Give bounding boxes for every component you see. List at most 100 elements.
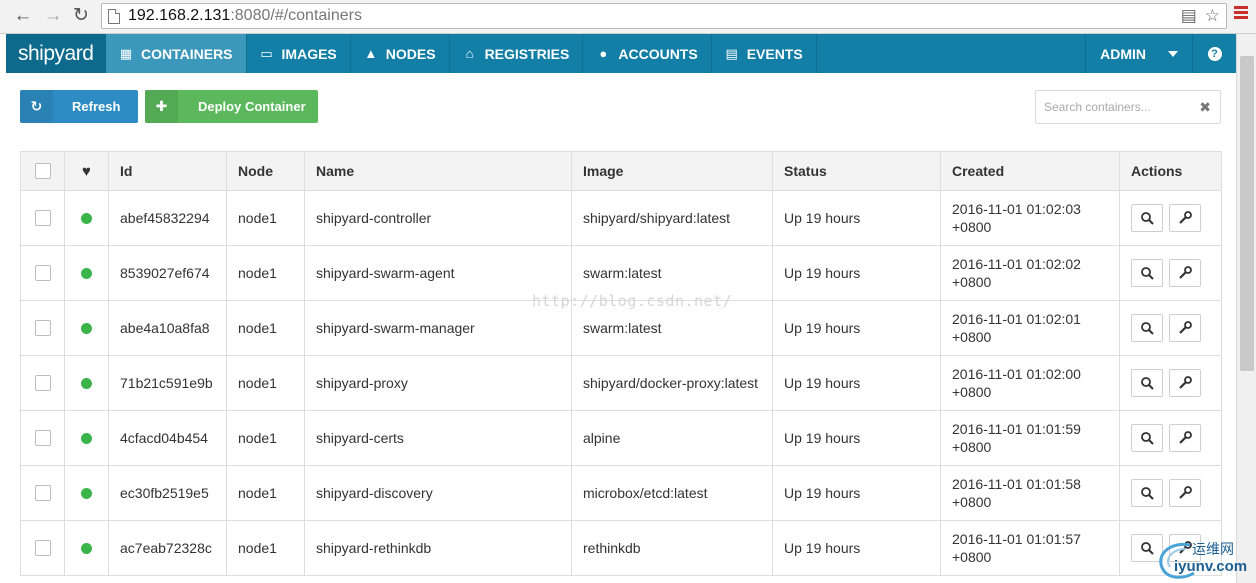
container-id[interactable]: 8539027ef674 (108, 245, 227, 301)
container-id[interactable]: 4cfacd04b454 (108, 410, 227, 466)
created-date: 2016-11-01 01:02:02 (952, 256, 1081, 272)
container-node: node1 (226, 190, 305, 246)
row-checkbox[interactable] (34, 320, 51, 336)
settings-button[interactable] (1169, 534, 1201, 562)
row-health-cell (64, 465, 109, 521)
nav-item-images[interactable]: ▭ IMAGES (247, 34, 351, 73)
search-icon (1141, 377, 1154, 390)
created-timezone: +0800 (952, 219, 992, 235)
nav-item-registries[interactable]: ⌂ REGISTRIES (450, 34, 584, 73)
table-row[interactable]: 4cfacd04b454 node1 shipyard-certs alpine… (20, 410, 1222, 466)
container-status: Up 19 hours (772, 355, 941, 411)
plus-icon: ✚ (145, 90, 178, 123)
container-id[interactable]: 71b21c591e9b (108, 355, 227, 411)
wrench-icon (1179, 431, 1192, 444)
table-row[interactable]: abef45832294 node1 shipyard-controller s… (20, 190, 1222, 246)
inspect-button[interactable] (1131, 314, 1163, 342)
table-row[interactable]: ec30fb2519e5 node1 shipyard-discovery mi… (20, 465, 1222, 521)
row-actions-cell (1119, 465, 1222, 521)
table-row[interactable]: 8539027ef674 node1 shipyard-swarm-agent … (20, 245, 1222, 301)
settings-button[interactable] (1169, 369, 1201, 397)
search-input[interactable] (1044, 97, 1194, 117)
created-timezone: +0800 (952, 384, 992, 400)
reload-icon[interactable]: ↻ (70, 5, 92, 27)
settings-button[interactable] (1169, 479, 1201, 507)
column-header-image[interactable]: Image (571, 151, 773, 191)
container-node: node1 (226, 520, 305, 576)
container-status: Up 19 hours (772, 300, 941, 356)
user-menu-dropdown[interactable]: ADMIN (1085, 34, 1192, 73)
row-checkbox[interactable] (34, 485, 51, 501)
nav-item-events[interactable]: ▤ EVENTS (712, 34, 817, 73)
brand-logo[interactable]: shipyard (6, 34, 106, 73)
deploy-container-button[interactable]: ✚ Deploy Container (145, 90, 318, 123)
inspect-button[interactable] (1131, 204, 1163, 232)
forward-arrow-icon[interactable]: → (42, 5, 64, 27)
bookmark-star-icon[interactable]: ☆ (1205, 6, 1220, 25)
column-header-name[interactable]: Name (304, 151, 572, 191)
row-checkbox[interactable] (34, 265, 51, 281)
url-text: 192.168.2.131:8080/#/containers (128, 7, 362, 25)
container-id[interactable]: ac7eab72328c (108, 520, 227, 576)
nav-item-containers[interactable]: ▦ CONTAINERS (106, 34, 247, 73)
column-header-created[interactable]: Created (940, 151, 1120, 191)
wrench-icon (1179, 486, 1192, 499)
row-actions-cell (1119, 190, 1222, 246)
inspect-button[interactable] (1131, 424, 1163, 452)
settings-button[interactable] (1169, 259, 1201, 287)
container-created: 2016-11-01 01:01:59 +0800 (940, 410, 1120, 466)
scrollbar-thumb[interactable] (1240, 56, 1254, 371)
container-created: 2016-11-01 01:02:03 +0800 (940, 190, 1120, 246)
settings-button[interactable] (1169, 204, 1201, 232)
search-container-box: ✖ (1035, 90, 1221, 124)
container-id[interactable]: ec30fb2519e5 (108, 465, 227, 521)
select-all-checkbox[interactable] (34, 163, 51, 179)
inspect-button[interactable] (1131, 259, 1163, 287)
settings-button[interactable] (1169, 314, 1201, 342)
table-row[interactable]: 71b21c591e9b node1 shipyard-proxy shipya… (20, 355, 1222, 411)
inspect-button[interactable] (1131, 369, 1163, 397)
container-image: shipyard/shipyard:latest (571, 190, 773, 246)
container-status: Up 19 hours (772, 410, 941, 466)
nav-item-label: REGISTRIES (484, 45, 570, 62)
table-row[interactable]: ac7eab72328c node1 shipyard-rethinkdb re… (20, 520, 1222, 576)
container-image: microbox/etcd:latest (571, 465, 773, 521)
row-select-cell (20, 190, 65, 246)
settings-button[interactable] (1169, 424, 1201, 452)
row-health-cell (64, 190, 109, 246)
row-checkbox[interactable] (34, 430, 51, 446)
hdd-icon: ▭ (260, 45, 273, 61)
address-bar[interactable]: 192.168.2.131:8080/#/containers ▤ ☆ (101, 3, 1227, 29)
container-image: shipyard/docker-proxy:latest (571, 355, 773, 411)
container-id[interactable]: abe4a10a8fa8 (108, 300, 227, 356)
wrench-icon (1179, 266, 1192, 279)
browser-menu-icon[interactable] (1234, 6, 1250, 22)
search-icon (1141, 487, 1154, 500)
nav-item-label: NODES (385, 45, 436, 62)
back-arrow-icon[interactable]: ← (12, 5, 34, 27)
row-select-cell (20, 355, 65, 411)
refresh-button[interactable]: ↻ Refresh (20, 90, 138, 123)
container-id[interactable]: abef45832294 (108, 190, 227, 246)
column-header-node[interactable]: Node (226, 151, 305, 191)
created-date: 2016-11-01 01:02:03 (952, 201, 1081, 217)
inspect-button[interactable] (1131, 479, 1163, 507)
table-row[interactable]: abe4a10a8fa8 node1 shipyard-swarm-manage… (20, 300, 1222, 356)
column-header-id[interactable]: Id (108, 151, 227, 191)
refresh-icon: ↻ (20, 90, 53, 123)
nav-item-nodes[interactable]: ▲ NODES (351, 34, 450, 73)
row-checkbox[interactable] (34, 375, 51, 391)
inspect-button[interactable] (1131, 534, 1163, 562)
nav-item-accounts[interactable]: ● ACCOUNTS (583, 34, 712, 73)
clear-search-icon[interactable]: ✖ (1199, 99, 1211, 116)
search-icon (1141, 267, 1154, 280)
column-header-status[interactable]: Status (772, 151, 941, 191)
translate-icon[interactable]: ▤ (1181, 6, 1197, 25)
page-scrollbar[interactable] (1236, 34, 1256, 583)
row-checkbox[interactable] (34, 210, 51, 226)
containers-table: ♥ Id Node Name Image Status Created Acti… (20, 151, 1222, 576)
row-checkbox[interactable] (34, 540, 51, 556)
row-health-cell (64, 410, 109, 466)
wrench-icon (1179, 376, 1192, 389)
help-button[interactable]: ? (1192, 34, 1236, 73)
